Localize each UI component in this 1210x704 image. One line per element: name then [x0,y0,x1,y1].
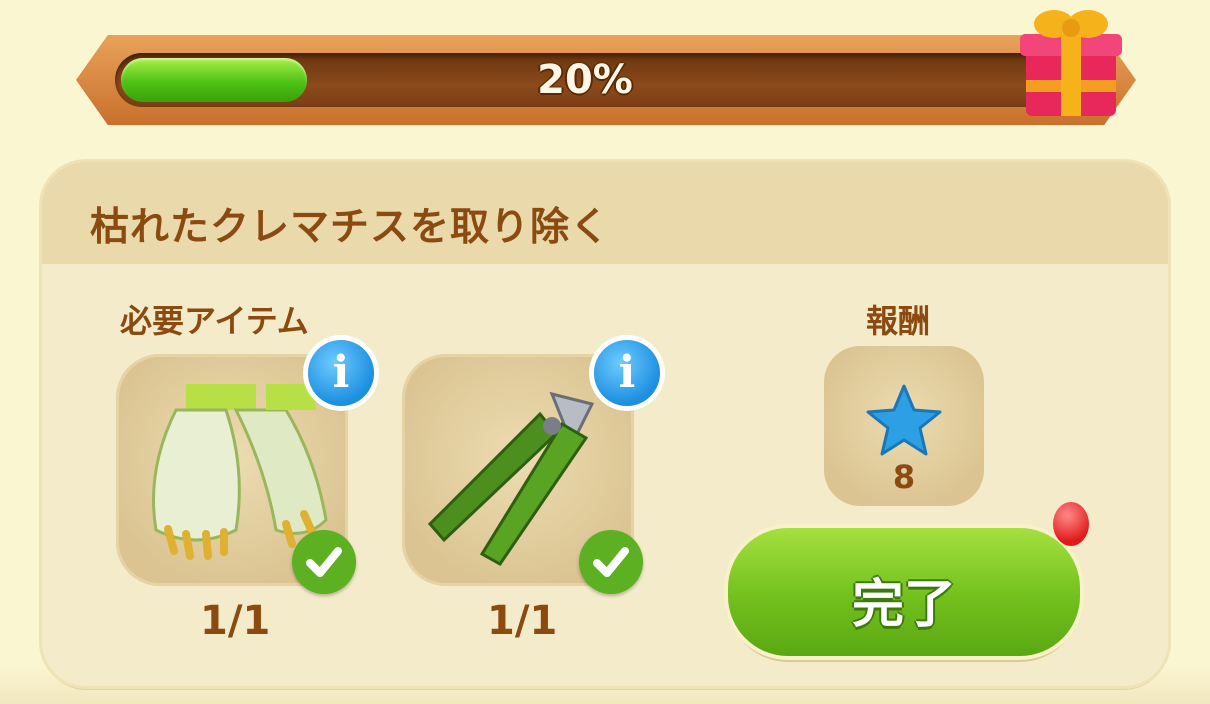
complete-button[interactable]: 完了 [728,528,1080,656]
progress-bar: 20% [115,53,1055,107]
checkmark-icon [292,530,356,594]
item-count-shears: 1/1 [487,598,558,644]
info-icon[interactable]: i [594,340,660,406]
checkmark-icon [579,530,643,594]
notification-balloon-icon [1053,502,1089,546]
progress-percent: 20% [537,57,633,103]
info-icon[interactable]: i [308,340,374,406]
blue-star-icon [866,384,942,456]
complete-button-label: 完了 [851,575,956,635]
item-count-gloves: 1/1 [200,598,271,644]
task-title: 枯れたクレマチスを取り除く [90,205,611,250]
task-panel: 枯れたクレマチスを取り除く 必要アイテム i 1/1 i 1/1 報酬 8 完了 [42,162,1168,686]
reward-slot: 8 [824,346,984,506]
gift-box-icon[interactable] [1016,2,1126,120]
task-header: 枯れたクレマチスを取り除く [42,162,1168,264]
reward-amount: 8 [892,458,916,496]
reward-label: 報酬 [866,302,931,340]
required-items-label: 必要アイテム [120,302,309,340]
